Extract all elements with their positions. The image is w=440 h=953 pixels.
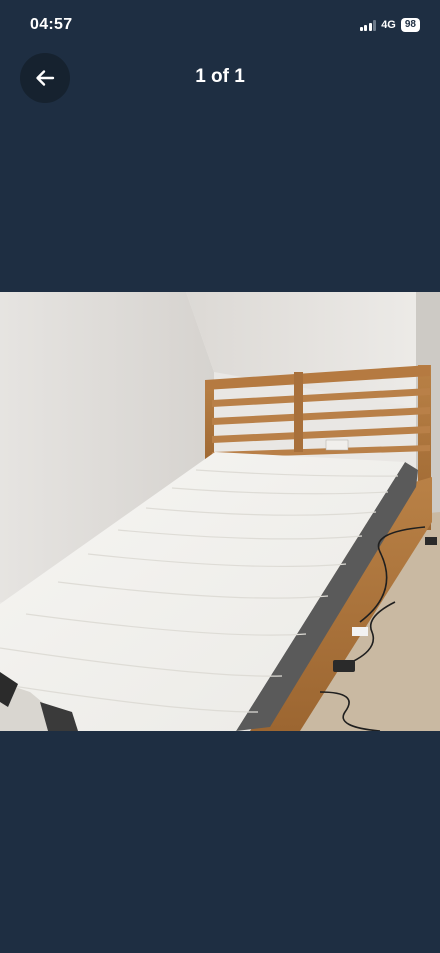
power-adapter [333, 660, 355, 672]
floor-plug [425, 537, 437, 545]
status-indicators: 4G 98 [359, 18, 420, 32]
bed-photo-illustration [0, 292, 440, 731]
headboard-slat [212, 426, 430, 443]
signal-bars-icon [359, 19, 377, 31]
network-type: 4G [381, 19, 396, 31]
status-bar: 04:57 4G 98 [0, 0, 440, 44]
power-socket [325, 439, 349, 451]
bed-photo[interactable] [0, 292, 440, 731]
headboard-divider [294, 372, 303, 452]
headboard-slat [212, 407, 430, 425]
status-time: 04:57 [30, 16, 73, 33]
plug-strip [352, 627, 368, 636]
image-counter: 1 of 1 [195, 66, 245, 87]
battery-level: 98 [400, 18, 420, 32]
